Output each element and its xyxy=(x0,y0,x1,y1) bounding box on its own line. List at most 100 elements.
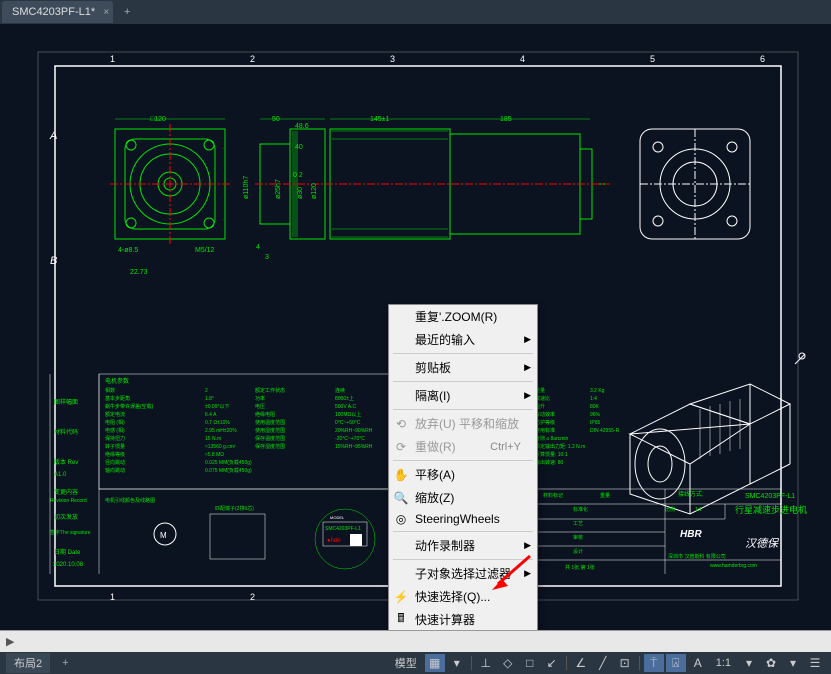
svg-text:折算惯量: 10:1: 折算惯量: 10:1 xyxy=(535,451,568,458)
svg-text:背隙 ≤ 8arcmin: 背隙 ≤ 8arcmin xyxy=(535,435,569,442)
svg-text:日期 Date: 日期 Date xyxy=(54,548,81,556)
svg-text:1:1: 1:1 xyxy=(695,507,702,513)
menu-recent-input[interactable]: 最近的输入 ▶ xyxy=(389,328,537,351)
menu-label: 缩放(Z) xyxy=(415,489,454,506)
lock-toggle-button[interactable]: ⊡ xyxy=(615,654,635,672)
submenu-arrow-icon: ▶ xyxy=(524,568,531,579)
status-bar: 布局2 + 模型 ▦ ▾ ⊥ ◇ □ ↙ ∠ ╱ ⊡ ⍑ ⍓ A 1:1 ▾ ✿… xyxy=(0,652,831,674)
svg-text:比例: 比例 xyxy=(665,506,675,513)
annotation-autoscale-button[interactable]: A xyxy=(688,654,708,672)
svg-text:接线方式:: 接线方式: xyxy=(678,490,704,498)
svg-text:深圳市 汉普斯科 有限公司: 深圳市 汉普斯科 有限公司 xyxy=(668,553,726,560)
osnap-toggle-button[interactable]: □ xyxy=(520,654,540,672)
customize-dropdown-button[interactable]: ▾ xyxy=(783,654,803,672)
submenu-arrow-icon: ▶ xyxy=(524,362,531,373)
add-layout-button[interactable]: + xyxy=(56,655,74,671)
svg-text:≈13560 g.cm²: ≈13560 g.cm² xyxy=(205,444,236,450)
svg-text:工艺: 工艺 xyxy=(573,521,583,527)
menu-label: 重复'.ZOOM(R) xyxy=(415,308,497,325)
svg-text:48.6: 48.6 xyxy=(295,123,309,130)
menu-label: 重做(R) xyxy=(415,438,456,455)
quick-select-icon: ⚡ xyxy=(393,589,409,605)
svg-text:版本 Rev: 版本 Rev xyxy=(54,458,78,466)
snap-toggle-button[interactable]: ◇ xyxy=(498,654,518,672)
svg-text:0°C~+50°C: 0°C~+50°C xyxy=(335,420,361,426)
svg-text:SMC4203PF-L1: SMC4203PF-L1 xyxy=(325,526,361,532)
svg-text:□120: □120 xyxy=(150,116,166,123)
svg-text:500V A.C: 500V A.C xyxy=(335,404,357,410)
svg-text:4: 4 xyxy=(256,244,260,251)
svg-text:DIN 42955-R: DIN 42955-R xyxy=(590,428,620,434)
svg-text:材料代码: 材料代码 xyxy=(54,428,78,436)
menu-label: 剪贴板 xyxy=(415,359,451,376)
svg-text:使用温度范围: 使用温度范围 xyxy=(255,419,285,426)
svg-text:基本步距角: 基本步距角 xyxy=(105,395,130,402)
svg-text:1:4: 1:4 xyxy=(590,396,597,402)
menu-zoom[interactable]: 🔍 缩放(Z) xyxy=(389,486,537,509)
svg-text:电机引线颜色及线路图: 电机引线颜色及线路图 xyxy=(105,497,155,504)
add-tab-button[interactable]: + xyxy=(119,4,135,20)
svg-text:2: 2 xyxy=(250,54,255,64)
svg-text:100MΩ以上: 100MΩ以上 xyxy=(335,411,361,418)
svg-text:签字The signature: 签字The signature xyxy=(50,529,91,536)
menu-label: 动作录制器 xyxy=(415,537,475,554)
svg-text:电阻 (相): 电阻 (相) xyxy=(105,419,125,426)
svg-text:使用湿度范围: 使用湿度范围 xyxy=(255,427,285,434)
grid-toggle-button[interactable]: ▦ xyxy=(425,654,445,672)
command-line[interactable]: ▶ xyxy=(0,630,831,652)
menu-label: 隔离(I) xyxy=(415,387,450,404)
menu-label: SteeringWheels xyxy=(415,512,500,526)
svg-text:防护等级: 防护等级 xyxy=(535,419,555,426)
svg-text:保持扭力: 保持扭力 xyxy=(105,435,125,442)
menu-button[interactable]: ☰ xyxy=(805,654,825,672)
file-tab[interactable]: SMC4203PF-L1* × xyxy=(2,1,113,23)
isoplane-button[interactable]: ╱ xyxy=(593,654,613,672)
menu-quick-select[interactable]: ⚡ 快速选择(Q)... xyxy=(389,585,537,608)
svg-text:绝缘电阻: 绝缘电阻 xyxy=(255,411,275,418)
svg-text:材料标记: 材料标记 xyxy=(543,492,563,499)
svg-text:MODEL: MODEL xyxy=(330,515,345,520)
workspace-gear-button[interactable]: ✿ xyxy=(761,654,781,672)
menu-isolate[interactable]: 隔离(I) ▶ xyxy=(389,384,537,407)
layout-tab[interactable]: 布局2 xyxy=(6,653,50,673)
menu-label: 快速选择(Q)... xyxy=(415,588,490,605)
annotation-visibility-button[interactable]: ⍓ xyxy=(666,654,686,672)
annotation-scale-button[interactable]: ⍑ xyxy=(644,654,664,672)
menu-repeat-zoom[interactable]: 重复'.ZOOM(R) xyxy=(389,305,537,328)
snap-dropdown-button[interactable]: ▾ xyxy=(447,654,467,672)
model-space-button[interactable]: 模型 xyxy=(389,653,423,673)
angle-snap-button[interactable]: ∠ xyxy=(571,654,591,672)
svg-text:使用标准: 使用标准 xyxy=(535,427,555,434)
menu-redo[interactable]: ⟳ 重做(R) Ctrl+Y xyxy=(389,435,537,458)
submenu-arrow-icon: ▶ xyxy=(524,390,531,401)
menu-quick-calc[interactable]: 🖩 快速计算器 xyxy=(389,608,537,630)
svg-text:HBR: HBR xyxy=(680,529,702,540)
menu-clipboard[interactable]: 剪贴板 ▶ xyxy=(389,356,537,379)
svg-text:初次发放: 初次发放 xyxy=(54,513,78,521)
scale-button[interactable]: 1:1 xyxy=(710,655,737,671)
ortho-toggle-button[interactable]: ⊥ xyxy=(476,654,496,672)
menu-pan[interactable]: ✋ 平移(A) xyxy=(389,463,537,486)
svg-text:0.025 MM(负载450g): 0.025 MM(负载450g) xyxy=(205,459,252,466)
scale-dropdown-button[interactable]: ▾ xyxy=(739,654,759,672)
menu-action-recorder[interactable]: 动作录制器 ▶ xyxy=(389,534,537,557)
menu-abandon[interactable]: ⟲ 放弃(U) 平移和缩放 xyxy=(389,412,537,435)
svg-text:M5/12: M5/12 xyxy=(195,247,215,254)
svg-text:转子惯量: 转子惯量 xyxy=(105,443,125,450)
drawing-canvas[interactable]: 1 2 3 4 5 6 A B □120 xyxy=(0,24,831,630)
svg-text:匹配端子(2排6芯): 匹配端子(2排6芯) xyxy=(215,505,254,512)
menu-steering-wheels[interactable]: ◎ SteeringWheels xyxy=(389,509,537,529)
menu-separator xyxy=(393,559,533,560)
svg-text:ø120: ø120 xyxy=(311,183,318,199)
svg-text:20%RH~90%RH: 20%RH~90%RH xyxy=(335,428,373,434)
svg-text:-20°C~+70°C: -20°C~+70°C xyxy=(335,436,365,442)
svg-text:A1.0: A1.0 xyxy=(54,472,67,478)
inferred-constraints-button[interactable]: ↙ xyxy=(542,654,562,672)
menu-label: 平移(A) xyxy=(415,466,455,483)
menu-separator xyxy=(393,531,533,532)
redo-icon: ⟳ xyxy=(393,439,409,455)
svg-text:96%: 96% xyxy=(590,412,601,418)
close-tab-icon[interactable]: × xyxy=(103,7,109,18)
menu-sub-select-filter[interactable]: 子对象选择过滤器 ▶ xyxy=(389,562,537,585)
svg-text:0 2: 0 2 xyxy=(293,172,303,179)
